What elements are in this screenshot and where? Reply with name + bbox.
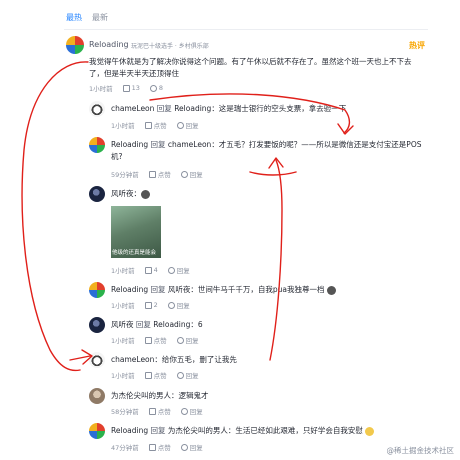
like-button[interactable]: 点赞 (148, 442, 171, 452)
hot-comment-badge: 热评 (409, 41, 425, 50)
reply-button[interactable]: 回复 (176, 335, 199, 345)
annotation-hook (269, 159, 283, 361)
like-button[interactable]: 点赞 (148, 169, 171, 179)
tab-hottest[interactable]: 最热 (66, 12, 82, 23)
reply-meta: 1小时前 点赞 回复 (111, 335, 199, 345)
reply-target[interactable]: 风听夜 (168, 285, 191, 294)
reply-meta: 47分钟前 点赞 回复 (111, 442, 203, 452)
avatar[interactable] (89, 352, 105, 368)
comment-icon (167, 266, 175, 274)
watermark: @稀土掘金技术社区 (386, 446, 455, 455)
annotation-arrow-head-1 (337, 123, 354, 135)
thumbs-up-icon (148, 443, 156, 451)
comment-icon (176, 336, 184, 344)
like-button[interactable]: 13 (122, 84, 140, 92)
meme-caption: 他级的还真是能会 (112, 250, 157, 256)
like-button[interactable]: 点赞 (144, 370, 167, 380)
reply-meta: 1小时前 4 回复 (111, 265, 190, 275)
avatar[interactable] (89, 317, 105, 333)
author-badge: 玩泥巴十级选手 · 乡村俱乐部 (131, 43, 209, 50)
reply-target[interactable]: Reloading (153, 320, 190, 329)
comment-meta: 1小时前 13 8 (89, 83, 163, 93)
reply-button[interactable]: 回复 (180, 442, 203, 452)
reply-meta: 59分钟前 点赞 回复 (111, 169, 203, 179)
thumbs-up-icon (148, 170, 156, 178)
reply-author[interactable]: 风听夜 (111, 320, 134, 329)
reply-button[interactable]: 回复 (176, 370, 199, 380)
comment-icon (167, 301, 175, 309)
thumbs-up-icon (148, 407, 156, 415)
avatar[interactable] (89, 388, 105, 404)
reply-author[interactable]: chameLeon (111, 355, 154, 364)
reply-author[interactable]: Reloading (111, 426, 148, 435)
reply-author[interactable]: Reloading (111, 285, 148, 294)
reply-target[interactable]: Reloading (174, 104, 211, 113)
reply-button[interactable]: 回复 (167, 300, 190, 310)
reply-author[interactable]: 为杰伦尖叫的男人 (111, 391, 171, 400)
comment-icon (180, 443, 188, 451)
sort-tabs: 最热 最新 (66, 12, 108, 23)
reply-meta: 58分钟前 点赞 回复 (111, 406, 203, 416)
reply-text: chameLeon：给你五毛，删了让我先 (111, 355, 237, 364)
like-button[interactable]: 4 (144, 266, 158, 274)
reply-button[interactable]: 回复 (167, 265, 190, 275)
annotation-underline (249, 171, 297, 176)
thumbs-up-icon (144, 121, 152, 129)
thumbs-up-icon (144, 266, 152, 274)
comment-icon (180, 170, 188, 178)
avatar[interactable] (89, 101, 105, 117)
reply-button[interactable]: 回复 (176, 120, 199, 130)
thumbs-up-icon (144, 371, 152, 379)
reply-author[interactable]: Reloading (111, 140, 148, 149)
reply-text: 风听夜 回复 Reloading：6 (111, 320, 203, 329)
avatar[interactable] (89, 186, 105, 202)
reply-text: Reloading 回复 chameLeon：才五毛？打发要饭的呢？——所以是微… (111, 140, 422, 161)
thumbs-up-icon (144, 301, 152, 309)
cat-emoji-icon (141, 189, 150, 199)
reply-author[interactable]: 风听夜 (111, 189, 134, 198)
annotation-large-loop (21, 61, 89, 372)
reply-button[interactable]: 回复 (180, 406, 203, 416)
reply-target[interactable]: 为杰伦尖叫的男人 (168, 426, 228, 435)
reply-text: Reloading 回复 为杰伦尖叫的男人：生活已经如此艰难，只好学会自我安慰 (111, 425, 451, 437)
like-button[interactable]: 点赞 (144, 335, 167, 345)
reply-meta: 1小时前 2 回复 (111, 300, 190, 310)
thumbs-up-icon (122, 84, 130, 92)
avatar[interactable] (89, 137, 105, 153)
avatar[interactable] (66, 36, 84, 54)
reply-meta: 1小时前 点赞 回复 (111, 370, 199, 380)
comment-icon (176, 121, 184, 129)
reply-text: Reloading 回复 风听夜：世间牛马千千万，自我pua我独尊一档 (111, 284, 441, 296)
comment-icon (149, 84, 157, 92)
reply-text: chameLeon 回复 Reloading：这是瑞士银行的空头支票，拿去验一下 (111, 104, 347, 113)
tab-newest[interactable]: 最新 (92, 12, 108, 23)
comment-author[interactable]: Reloading (89, 40, 129, 49)
comment-icon (176, 371, 184, 379)
divider (64, 29, 428, 30)
reply-meta: 1小时前 点赞 回复 (111, 120, 199, 130)
cat-emoji-icon (326, 285, 336, 295)
avatar[interactable] (89, 423, 105, 439)
reply-button[interactable]: 回复 (180, 169, 203, 179)
like-button[interactable]: 点赞 (148, 406, 171, 416)
thumbs-up-icon (144, 336, 152, 344)
comment-icon (180, 407, 188, 415)
avatar[interactable] (89, 282, 105, 298)
meme-image[interactable]: 他级的还真是能会 (111, 206, 161, 258)
like-button[interactable]: 点赞 (144, 120, 167, 130)
reply-text: 风听夜： (111, 188, 150, 200)
reply-target[interactable]: chameLeon (168, 140, 211, 149)
comment-text: 我觉得午休就是为了解决你说得这个问题。有了午休以后就不存在了。虽然这个班一天也上… (89, 57, 412, 78)
reply-text: 为杰伦尖叫的男人：逻辑鬼才 (111, 391, 209, 400)
reply-author[interactable]: chameLeon (111, 104, 154, 113)
smile-emoji-icon (365, 426, 375, 436)
comment-time: 1小时前 (89, 85, 113, 93)
like-button[interactable]: 2 (144, 301, 158, 309)
reply-button[interactable]: 8 (149, 84, 163, 92)
